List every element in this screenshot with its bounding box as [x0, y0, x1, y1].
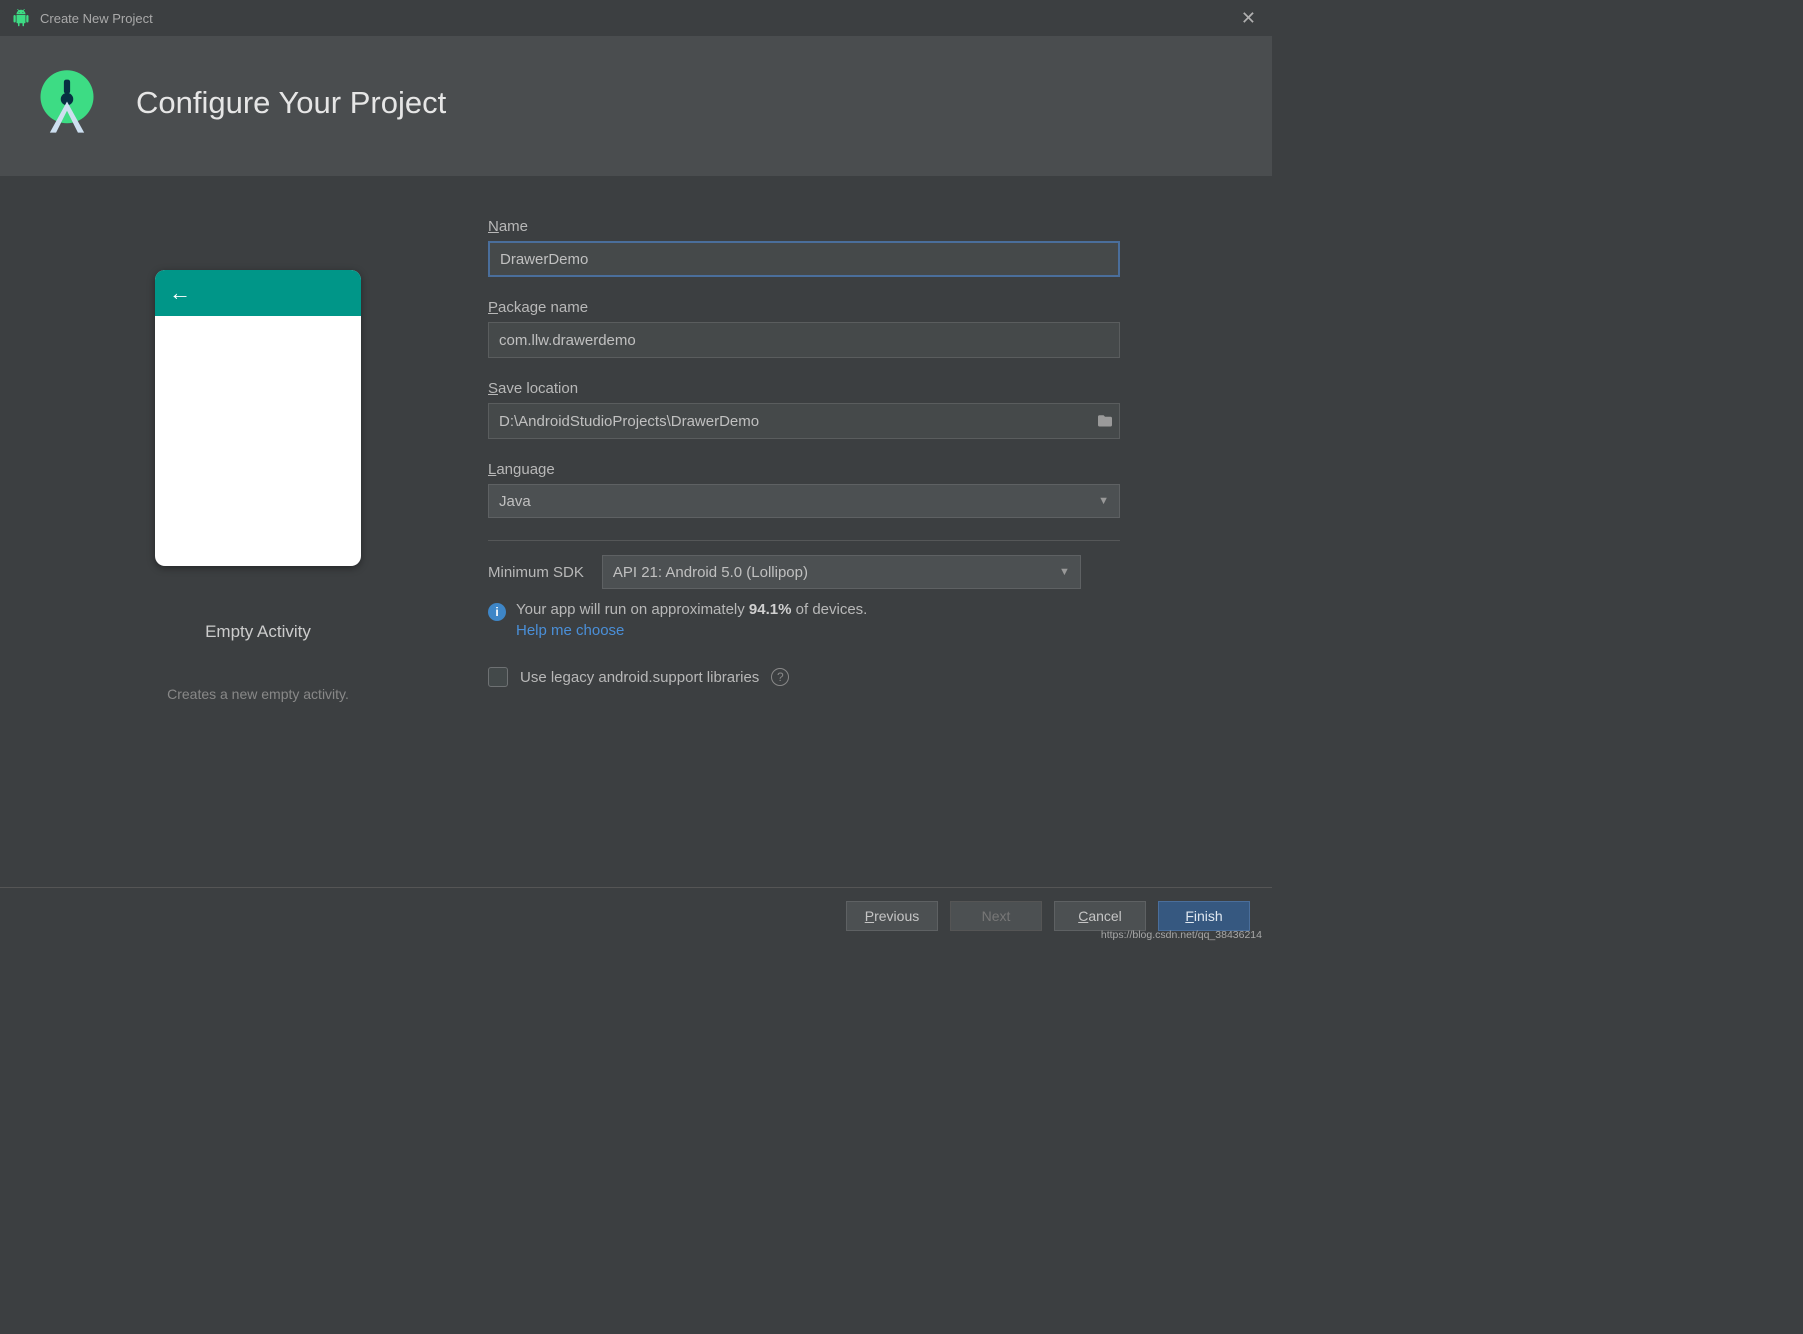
dialog-header: Configure Your Project	[0, 36, 1272, 176]
window-title: Create New Project	[40, 11, 1237, 26]
package-input[interactable]	[488, 322, 1120, 358]
language-value: Java	[499, 493, 531, 510]
language-label: Language	[488, 461, 1244, 478]
sdk-select[interactable]: API 21: Android 5.0 (Lollipop) ▼	[602, 555, 1081, 589]
watermark: https://blog.csdn.net/qq_38436214	[1101, 929, 1262, 941]
legacy-libs-label: Use legacy android.support libraries	[520, 669, 759, 686]
close-icon[interactable]: ✕	[1237, 8, 1260, 29]
help-me-choose-link[interactable]: Help me choose	[516, 622, 624, 639]
preview-title: Empty Activity	[205, 622, 311, 642]
help-icon[interactable]: ?	[771, 668, 789, 686]
language-select[interactable]: Java ▼	[488, 484, 1120, 518]
location-field-group: Save location	[488, 380, 1244, 439]
back-arrow-icon: ←	[169, 280, 191, 306]
preview-panel: ← Empty Activity Creates a new empty act…	[28, 216, 488, 702]
content-area: ← Empty Activity Creates a new empty act…	[0, 176, 1272, 722]
sdk-info-row: i Your app will run on approximately 94.…	[488, 601, 1244, 639]
folder-icon[interactable]	[1096, 413, 1114, 430]
package-field-group: Package name	[488, 299, 1244, 358]
finish-button[interactable]: Finish	[1158, 901, 1250, 931]
info-icon: i	[488, 603, 506, 621]
android-studio-logo-icon	[28, 64, 106, 142]
form-panel: Name Package name Save location Language…	[488, 216, 1244, 702]
preview-appbar: ←	[155, 270, 361, 316]
titlebar: Create New Project ✕	[0, 0, 1272, 36]
activity-preview: ←	[155, 270, 361, 566]
legacy-libs-row: Use legacy android.support libraries ?	[488, 667, 1244, 687]
chevron-down-icon: ▼	[1098, 495, 1109, 507]
location-label: Save location	[488, 380, 1244, 397]
legacy-libs-checkbox[interactable]	[488, 667, 508, 687]
package-label: Package name	[488, 299, 1244, 316]
sdk-label: Minimum SDK	[488, 564, 584, 581]
language-field-group: Language Java ▼	[488, 461, 1244, 518]
page-title: Configure Your Project	[136, 85, 446, 121]
sdk-info-text: Your app will run on approximately 94.1%…	[516, 601, 867, 618]
sdk-info-text-block: Your app will run on approximately 94.1%…	[516, 601, 867, 639]
dialog-footer: Previous Next Cancel Finish	[0, 887, 1272, 943]
divider	[488, 540, 1120, 541]
android-icon	[12, 9, 30, 27]
chevron-down-icon: ▼	[1059, 566, 1070, 578]
location-input[interactable]	[488, 403, 1120, 439]
previous-button[interactable]: Previous	[846, 901, 938, 931]
next-button: Next	[950, 901, 1042, 931]
sdk-value: API 21: Android 5.0 (Lollipop)	[613, 564, 808, 581]
name-field-group: Name	[488, 218, 1244, 277]
name-input[interactable]	[488, 241, 1120, 277]
name-label: Name	[488, 218, 1244, 235]
sdk-row: Minimum SDK API 21: Android 5.0 (Lollipo…	[488, 555, 1244, 589]
preview-subtitle: Creates a new empty activity.	[167, 686, 349, 702]
cancel-button[interactable]: Cancel	[1054, 901, 1146, 931]
